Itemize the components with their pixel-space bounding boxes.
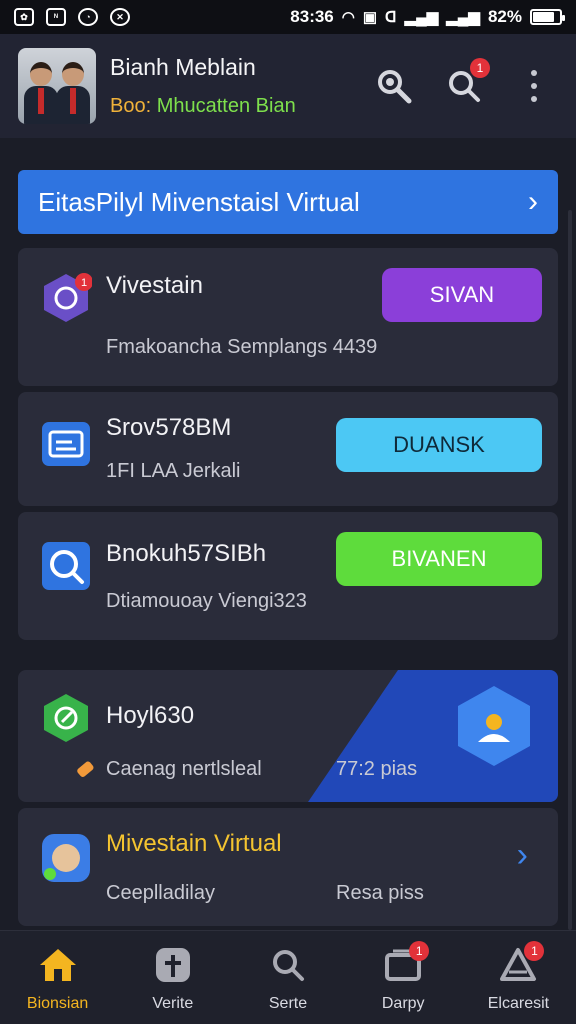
banner-label: EitasPilyl Mivenstaisl Virtual (38, 186, 360, 217)
nav-label: Serte (268, 995, 308, 1012)
scrollbar[interactable] (568, 210, 572, 930)
nav-label: Darpy (381, 995, 425, 1012)
profile-badge-icon (40, 832, 92, 884)
list-item-vivestain[interactable]: 1 Vivestain Fmakoancha Semplangs 4439 SI… (18, 248, 558, 386)
settings-search-button[interactable] (374, 66, 414, 106)
sivan-button[interactable]: SIVAN (382, 268, 542, 322)
bottom-navigation: Bionsian Verite Serte 1 Darpy 1 Elcaresi… (0, 930, 576, 1024)
list-item-bnokuh[interactable]: Bnokuh57SIBh Dtiamouoay Viengi323 BIVANE… (18, 512, 558, 640)
messenger-notification-icon: ◔ (78, 8, 98, 26)
clock: 83:36 (290, 7, 334, 26)
list-item-mivestain-virtual[interactable]: Mivestain Virtual Ceeplladilay Resa piss… (18, 808, 558, 926)
card-badge-text: 1 (81, 277, 87, 289)
app-notification-icon: ✿ (14, 8, 34, 26)
nav-item-verite[interactable]: Verite (115, 931, 230, 1024)
battery-percent: 82% (487, 7, 522, 26)
card-title: Hoyl630 (106, 702, 195, 729)
tool-box-icon (153, 945, 193, 985)
nav-label: Bionsian (26, 995, 89, 1012)
home-icon (38, 945, 78, 985)
wallet-icon: 1 (383, 941, 430, 985)
profile-sub-key: Boo: (110, 95, 152, 117)
card-description: Caenag nertlsleal (106, 758, 262, 780)
search-button[interactable]: 1 (444, 58, 490, 106)
award-hex-icon (452, 684, 536, 768)
list-item-srov[interactable]: Srov578BM 1FI LAA Jerkali DUANSK (18, 392, 558, 506)
tools-notification-icon: ✕ (110, 8, 130, 26)
gear-search-icon (378, 70, 412, 104)
duansk-button[interactable]: DUANSK (336, 418, 542, 472)
card-title: Mivestain Virtual (106, 830, 282, 857)
avatar[interactable] (18, 48, 96, 124)
chevron-right-icon: › (528, 185, 538, 218)
profile-subtitle: Boo: Mhucatten Bian (110, 95, 296, 118)
vpn-icon: ▣ (362, 9, 378, 26)
alert-triangle-icon: 1 (498, 941, 545, 985)
more-options-button[interactable] (514, 66, 554, 106)
card-title: Srov578BM (106, 414, 232, 441)
card-description: Ceeplladilay (106, 882, 215, 904)
search-box-icon (40, 540, 92, 592)
card-meta: Resa piss (336, 882, 424, 904)
search-icon (268, 945, 308, 985)
battery-icon (530, 9, 565, 25)
card-meta: 77:2 pias (336, 758, 418, 780)
bivanen-button[interactable]: BIVANEN (336, 532, 542, 586)
nfc-icon: ᗡ (385, 9, 397, 26)
card-description: Dtiamouoay Viengi323 (106, 590, 307, 612)
nav-item-serte[interactable]: Serte (230, 931, 345, 1024)
tag-icon (74, 758, 96, 780)
nav-item-darpy[interactable]: 1 Darpy (346, 931, 461, 1024)
profile-sub-value: Mhucatten Bian (156, 95, 296, 117)
chevron-right-icon: › (516, 836, 528, 874)
profile-name: Bianh Meblain (110, 54, 256, 80)
card-title: Bnokuh57SIBh (106, 540, 267, 567)
signal-icon: ▂▄▆ (404, 9, 439, 26)
card-description: 1FI LAA Jerkali (106, 460, 241, 482)
status-bar: ✿ ᴺ ◔ ✕ 83:36 ◠ ▣ ᗡ ▂▄▆ ▂▄▆ 82% (0, 0, 576, 34)
nav-badge: 1 (409, 941, 430, 961)
card-description: Fmakoancha Semplangs 4439 (106, 336, 378, 358)
sim-notification-icon: ᴺ (46, 8, 66, 26)
card-title: Vivestain (106, 272, 203, 299)
notification-badge: 1 (470, 58, 490, 78)
signal-2-icon: ▂▄▆ (446, 9, 480, 26)
document-icon (40, 418, 92, 470)
nav-badge: 1 (524, 941, 545, 961)
shield-check-icon (40, 692, 92, 744)
chat-hex-icon: 1 (40, 272, 93, 324)
kebab-menu-icon (531, 70, 537, 102)
nav-label: Elcaresit (487, 995, 550, 1012)
wifi-icon: ◠ (341, 9, 355, 26)
nav-item-home[interactable]: Bionsian (0, 931, 115, 1024)
list-item-hoyl[interactable]: Hoyl630 Caenag nertlsleal 77:2 pias (18, 670, 558, 802)
profile-header: Bianh Meblain Boo: Mhucatten Bian 1 (0, 34, 576, 138)
nav-label: Verite (152, 995, 194, 1012)
nav-item-elcaresit[interactable]: 1 Elcaresit (461, 931, 576, 1024)
virtual-investment-banner[interactable]: EitasPilyl Mivenstaisl Virtual › (18, 170, 558, 234)
